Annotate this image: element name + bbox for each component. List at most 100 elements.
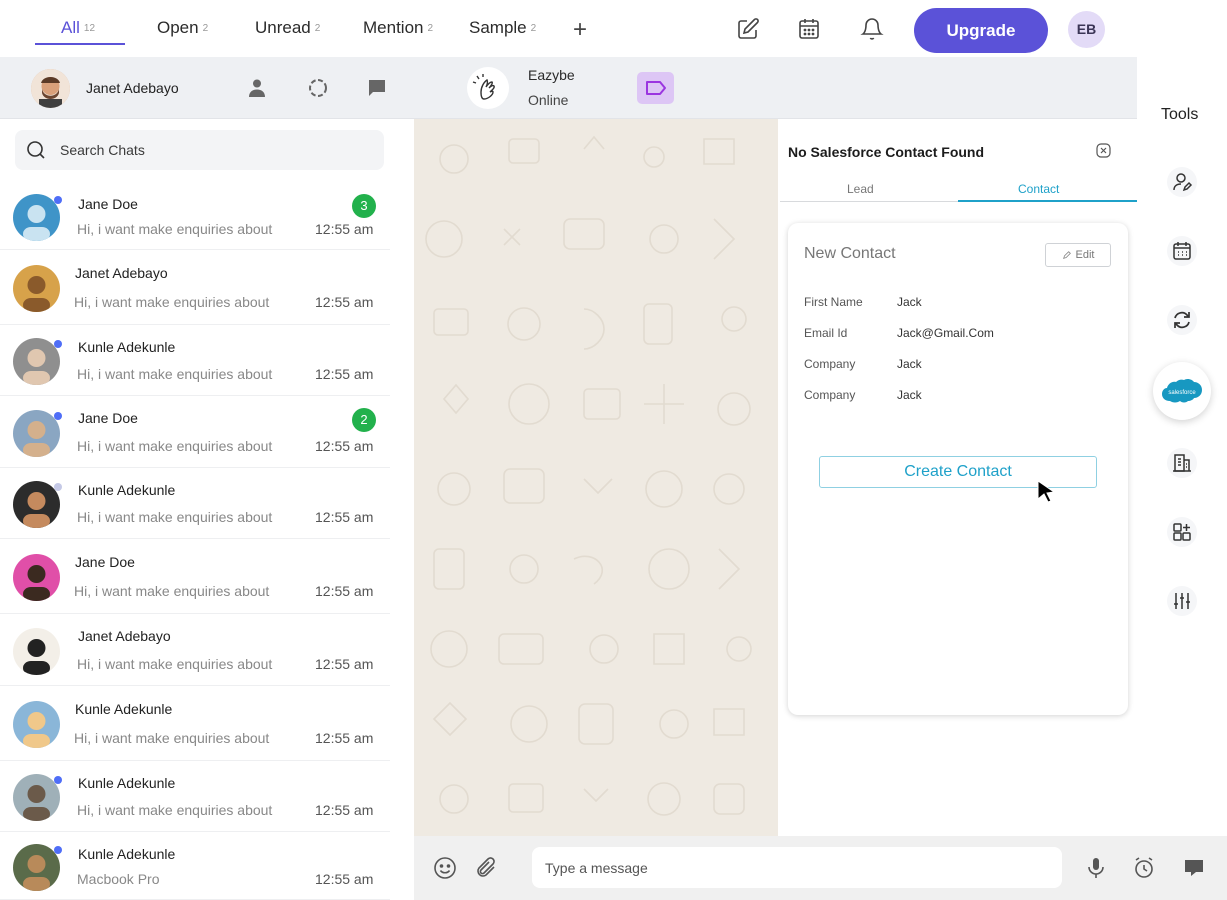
chat-time: 12:55 am xyxy=(315,294,374,310)
tab-label: Sample xyxy=(469,18,527,37)
salesforce-tool-button[interactable]: salesforce xyxy=(1153,362,1211,420)
top-tab-bar: All 12 Open 2 Unread 2 Mention 2 Sample 2 + U… xyxy=(0,0,1227,57)
schedule-message-icon[interactable] xyxy=(1132,856,1156,880)
chat-name: Jane Doe xyxy=(78,196,138,212)
chat-time: 12:55 am xyxy=(315,438,374,454)
tab-all[interactable]: All 12 xyxy=(61,18,95,38)
close-icon[interactable] xyxy=(1096,143,1111,158)
avatar xyxy=(13,481,60,528)
chat-list-item[interactable]: Jane Doe Hi, i want make enquiries about… xyxy=(0,182,390,250)
message-icon[interactable] xyxy=(366,77,388,99)
online-indicator xyxy=(54,196,62,204)
upgrade-button[interactable]: Upgrade xyxy=(914,8,1048,53)
salesforce-panel: No Salesforce Contact Found Lead Contact… xyxy=(778,119,1137,836)
chat-list-item[interactable]: Jane Doe Hi, i want make enquiries about… xyxy=(0,396,390,468)
avatar xyxy=(13,410,60,457)
contact-avatar[interactable] xyxy=(31,69,70,108)
tab-unread[interactable]: Unread 2 xyxy=(255,18,320,38)
microphone-icon[interactable] xyxy=(1084,856,1108,880)
edit-label: Edit xyxy=(1075,249,1095,261)
search-input[interactable] xyxy=(60,130,370,170)
bell-icon[interactable] xyxy=(860,17,884,41)
chat-preview: Hi, i want make enquiries about xyxy=(74,294,270,310)
refresh-loader-icon[interactable] xyxy=(307,77,329,99)
quick-reply-icon[interactable] xyxy=(1182,856,1206,880)
chat-preview: Hi, i want make enquiries about xyxy=(77,656,273,672)
tab-mention[interactable]: Mention 2 xyxy=(363,18,433,38)
chat-name: Kunle Adekunle xyxy=(78,339,176,355)
active-tab-indicator xyxy=(958,200,1137,202)
unread-badge: 3 xyxy=(352,194,376,218)
chat-wallpaper xyxy=(425,135,752,816)
chat-list-item[interactable]: Kunle Adekunle Macbook Pro 12:55 am xyxy=(0,832,390,900)
chat-preview: Hi, i want make enquiries about xyxy=(77,438,273,454)
field-value: Jack xyxy=(897,295,922,309)
chat-name: Jane Doe xyxy=(75,554,135,570)
active-tab-indicator xyxy=(35,43,125,45)
panel-title: No Salesforce Contact Found xyxy=(788,144,985,160)
profile-icon[interactable] xyxy=(246,77,268,99)
chat-name: Kunle Adekunle xyxy=(78,846,176,862)
avatar xyxy=(13,194,60,241)
label-tag-button[interactable] xyxy=(637,72,674,104)
apps-add-tool-icon[interactable] xyxy=(1167,517,1197,547)
search-bar xyxy=(15,130,384,170)
field-label: Email Id xyxy=(804,326,848,340)
chat-preview: Hi, i want make enquiries about xyxy=(74,730,270,746)
sync-tool-icon[interactable] xyxy=(1167,305,1197,335)
field-label: Company xyxy=(804,357,856,371)
chat-list-item[interactable]: Kunle Adekunle Hi, i want make enquiries… xyxy=(0,686,390,761)
avatar xyxy=(13,701,60,748)
card-title: New Contact xyxy=(804,245,896,262)
chat-header: Janet Adebayo Eazybe Online xyxy=(0,57,1137,119)
chat-preview: Hi, i want make enquiries about xyxy=(77,221,273,237)
edit-button[interactable]: Edit xyxy=(1045,243,1111,267)
tab-sample[interactable]: Sample 2 xyxy=(469,18,536,38)
search-icon xyxy=(27,141,45,159)
online-indicator xyxy=(54,483,62,491)
user-avatar[interactable]: EB xyxy=(1068,11,1105,48)
building-tool-icon[interactable] xyxy=(1167,448,1197,478)
chat-time: 12:55 am xyxy=(315,221,374,237)
chat-list-item[interactable]: Janet Adebayo Hi, i want make enquiries … xyxy=(0,614,390,686)
chat-name: Jane Doe xyxy=(78,410,138,426)
contact-edit-tool-icon[interactable] xyxy=(1167,167,1197,197)
compose-icon[interactable] xyxy=(736,17,760,41)
emoji-icon[interactable] xyxy=(433,856,457,880)
field-value: Jack xyxy=(897,357,922,371)
pencil-icon xyxy=(1062,251,1071,259)
field-value: Jack xyxy=(897,388,922,402)
chat-preview: Macbook Pro xyxy=(77,871,160,887)
online-status: Online xyxy=(528,92,569,108)
attachment-icon[interactable] xyxy=(474,856,498,880)
tab-lead[interactable]: Lead xyxy=(847,182,874,196)
tab-contact[interactable]: Contact xyxy=(1018,182,1059,196)
avatar xyxy=(13,265,60,312)
tab-label: Open xyxy=(157,18,199,37)
tab-count: 2 xyxy=(530,23,537,34)
chat-preview: Hi, i want make enquiries about xyxy=(77,802,273,818)
sliders-tool-icon[interactable] xyxy=(1167,586,1197,616)
chat-list-item[interactable]: Janet Adebayo Hi, i want make enquiries … xyxy=(0,250,390,325)
calendar-tool-icon[interactable] xyxy=(1167,236,1197,266)
chat-list-panel: Jane Doe Hi, i want make enquiries about… xyxy=(0,119,390,900)
avatar xyxy=(13,338,60,385)
add-tab-button[interactable]: + xyxy=(573,16,587,44)
chat-time: 12:55 am xyxy=(315,366,374,382)
tab-label: All xyxy=(61,18,80,37)
chat-name: Janet Adebayo xyxy=(75,265,168,281)
chat-list-item[interactable]: Kunle Adekunle Hi, i want make enquiries… xyxy=(0,325,390,396)
online-indicator xyxy=(54,846,62,854)
message-input[interactable] xyxy=(532,847,1062,888)
calendar-icon[interactable] xyxy=(797,17,821,41)
tab-open[interactable]: Open 2 xyxy=(157,18,208,38)
chat-time: 12:55 am xyxy=(315,730,374,746)
tab-label: Unread xyxy=(255,18,311,37)
online-indicator xyxy=(54,776,62,784)
avatar xyxy=(13,554,60,601)
chat-list-item[interactable]: Jane Doe Hi, i want make enquiries about… xyxy=(0,539,390,614)
field-label: First Name xyxy=(804,295,863,309)
chat-list-item[interactable]: Kunle Adekunle Hi, i want make enquiries… xyxy=(0,468,390,539)
chat-time: 12:55 am xyxy=(315,802,374,818)
chat-list-item[interactable]: Kunle Adekunle Hi, i want make enquiries… xyxy=(0,761,390,832)
